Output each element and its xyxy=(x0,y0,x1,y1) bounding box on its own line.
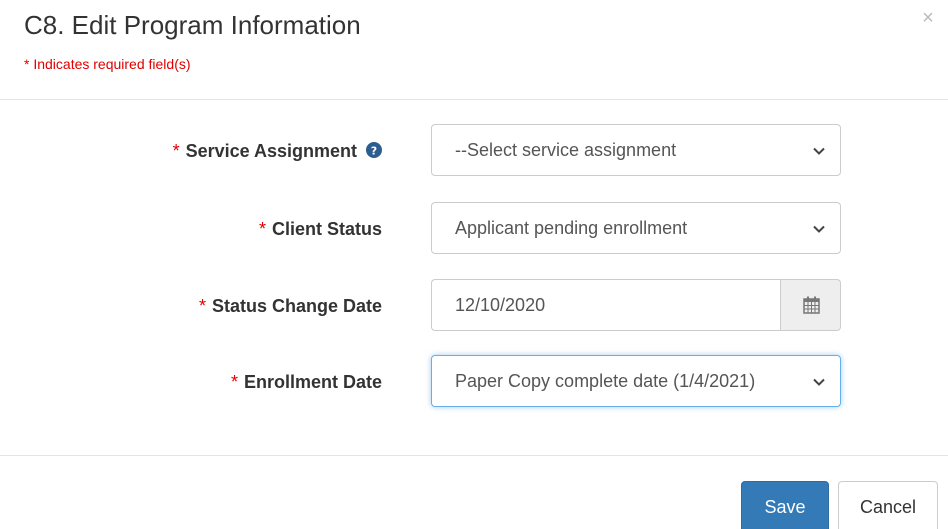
chevron-down-icon xyxy=(813,147,825,155)
client-status-label: * Client Status xyxy=(259,202,382,256)
edit-program-modal: C8. Edit Program Information * Indicates… xyxy=(0,0,948,529)
status-change-date-input[interactable]: 12/10/2020 xyxy=(431,279,781,331)
required-asterisk: * xyxy=(230,372,238,392)
client-status-select[interactable]: Applicant pending enrollment xyxy=(431,202,841,254)
calendar-button[interactable] xyxy=(780,279,841,331)
required-asterisk: * xyxy=(198,296,206,316)
modal-footer: Save Cancel xyxy=(0,455,948,529)
calendar-icon xyxy=(803,296,820,314)
chevron-down-icon xyxy=(813,225,825,233)
chevron-down-icon xyxy=(813,378,825,386)
save-button[interactable]: Save xyxy=(741,481,829,529)
service-assignment-label-text: Service Assignment xyxy=(185,141,357,161)
service-assignment-select[interactable]: --Select service assignment xyxy=(431,124,841,176)
enrollment-date-label-text: Enrollment Date xyxy=(243,372,382,392)
required-field-note: * Indicates required field(s) xyxy=(24,56,191,72)
service-assignment-value: --Select service assignment xyxy=(455,140,677,160)
status-change-date-label: * Status Change Date xyxy=(199,279,382,333)
modal-title: C8. Edit Program Information xyxy=(24,10,361,40)
question-circle-icon[interactable]: ? xyxy=(366,142,382,158)
required-asterisk: * xyxy=(258,219,266,239)
enrollment-date-select[interactable]: Paper Copy complete date (1/4/2021) xyxy=(431,355,841,407)
required-asterisk: * xyxy=(172,141,180,161)
svg-text:?: ? xyxy=(371,145,377,158)
modal-header: C8. Edit Program Information * Indicates… xyxy=(0,0,948,100)
service-assignment-row: * Service Assignment ? --Select service a… xyxy=(0,124,948,178)
status-change-date-label-text: Status Change Date xyxy=(211,296,382,316)
close-icon[interactable]: × xyxy=(918,8,938,28)
enrollment-date-row: * Enrollment Date Paper Copy complete dat… xyxy=(0,355,948,409)
client-status-value: Applicant pending enrollment xyxy=(455,218,688,238)
client-status-row: * Client Status Applicant pending enrollm… xyxy=(0,202,948,256)
enrollment-date-label: * Enrollment Date xyxy=(231,355,382,409)
service-assignment-label: * Service Assignment ? xyxy=(173,124,382,178)
status-change-date-row: * Status Change Date 12/10/2020 xyxy=(0,279,948,333)
cancel-button[interactable]: Cancel xyxy=(838,481,938,529)
enrollment-date-value: Paper Copy complete date (1/4/2021) xyxy=(455,371,756,391)
client-status-label-text: Client Status xyxy=(271,219,382,239)
